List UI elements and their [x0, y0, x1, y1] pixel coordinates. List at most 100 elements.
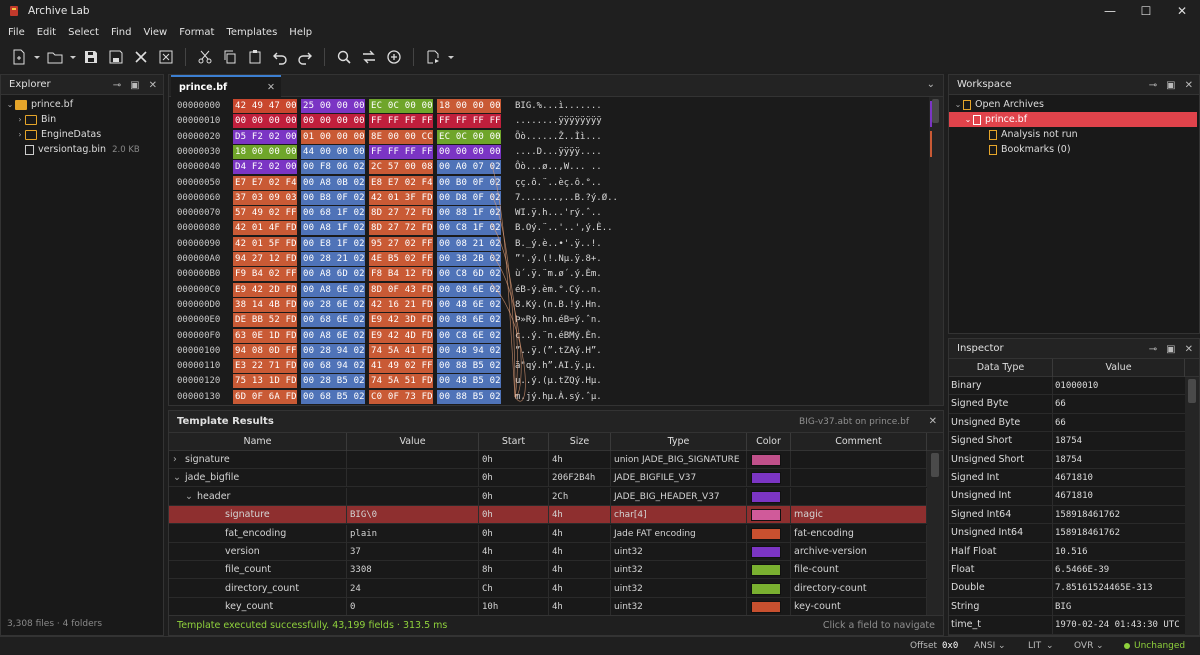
inspector-row[interactable]: Signed Int 4671810 — [949, 469, 1185, 488]
menu-find[interactable]: Find — [105, 27, 138, 38]
encoding-selector[interactable]: ANSI — [974, 637, 995, 655]
hex-row[interactable]: 000000A0 94 27 12 FD 00 28 21 02 4E B5 02 F… — [169, 252, 929, 267]
hex-row[interactable]: 00000040 D4 F2 02 00 00 F8 06 02 2C 57 00 0… — [169, 160, 929, 175]
hex-byte-group[interactable]: D5 F2 02 00 — [233, 129, 297, 144]
template-row[interactable]: signature BIG\0 0h 4h char[4] magic — [169, 506, 927, 525]
workspace-group[interactable]: ⌄ Open Archives — [949, 97, 1199, 112]
hex-row[interactable]: 00000050 E7 E7 02 F4 00 A8 0B 02 E8 E7 02 F… — [169, 175, 929, 191]
close-window-icon[interactable]: ✕ — [1164, 0, 1200, 22]
hex-byte-group[interactable]: 63 0E 1D FD — [233, 328, 297, 343]
hex-byte-group[interactable]: 18 00 00 00 — [233, 144, 297, 159]
maximize-icon[interactable]: ☐ — [1128, 0, 1164, 22]
inspector-row[interactable]: Unsigned Short 18754 — [949, 450, 1185, 469]
run-template-icon[interactable] — [422, 46, 444, 68]
tree-item-versiontag[interactable]: versiontag.bin 2.0 KB — [1, 142, 163, 157]
tree-item-bin[interactable]: › Bin — [1, 112, 163, 127]
hex-byte-group[interactable]: 74 5A 41 FD — [369, 343, 433, 358]
hex-byte-group[interactable]: 8D 0F 43 FD — [369, 282, 433, 297]
inspector-row[interactable]: time_t 1970-02-24 01:43:30 UTC — [949, 616, 1185, 635]
hex-byte-group[interactable]: 94 08 0D FF — [233, 343, 297, 358]
hex-byte-group[interactable]: 00 28 6E 02 — [301, 297, 365, 312]
color-swatch[interactable] — [751, 472, 781, 485]
hex-byte-group[interactable]: 00 A8 6E 02 — [301, 328, 365, 343]
hex-byte-group[interactable]: 42 49 47 00 — [233, 99, 297, 113]
template-scrollbar[interactable] — [927, 451, 943, 615]
template-row[interactable]: ⌄ header 0h 2Ch JADE_BIG_HEADER_V37 — [169, 487, 927, 506]
hex-view[interactable]: 00000000 42 49 47 00 25 00 00 00 EC 0C 00 0… — [169, 97, 945, 407]
template-row[interactable]: key_count 0 10h 4h uint32 key-count — [169, 598, 927, 615]
hex-byte-group[interactable]: 74 5A 51 FD — [369, 374, 433, 389]
close-file-icon[interactable] — [130, 46, 152, 68]
chevron-down-icon[interactable]: ⌄ — [963, 115, 973, 124]
template-row[interactable]: directory_count 24 Ch 4h uint32 directory-cou… — [169, 579, 927, 598]
hex-byte-group[interactable]: F8 B4 12 FD — [369, 267, 433, 282]
hex-scroll-thumb[interactable] — [932, 99, 939, 123]
hex-byte-group[interactable]: 8E 00 00 CC — [369, 129, 433, 144]
endian-selector[interactable]: LIT — [1028, 637, 1041, 655]
hex-byte-group[interactable]: 00 68 94 02 — [301, 359, 365, 374]
hex-row[interactable]: 00000010 00 00 00 00 00 00 00 00 FF FF FF F… — [169, 114, 929, 129]
hex-byte-group[interactable]: E3 22 71 FD — [233, 359, 297, 374]
float-panel-icon[interactable]: ▣ — [1166, 80, 1175, 91]
hex-byte-group[interactable]: 00 A8 1F 02 — [301, 221, 365, 236]
hex-byte-group[interactable]: FF FF FF FF — [369, 114, 433, 129]
hex-byte-group[interactable]: C0 0F 73 FD — [369, 389, 433, 404]
inspector-row[interactable]: Double 7.85161524465E-313 — [949, 579, 1185, 598]
hex-scrollbar[interactable] — [929, 97, 943, 405]
hex-row[interactable]: 00000030 18 00 00 00 44 00 00 00 FF FF FF F… — [169, 144, 929, 160]
hex-byte-group[interactable]: FF FF FF FF — [369, 144, 433, 159]
close-panel-icon[interactable]: ✕ — [1185, 80, 1193, 91]
hex-byte-group[interactable]: 00 28 B5 02 — [301, 374, 365, 389]
hex-byte-group[interactable]: 00 68 1F 02 — [301, 206, 365, 221]
workspace-file-selected[interactable]: ⌄ prince.bf — [949, 112, 1197, 127]
hex-byte-group[interactable]: E7 E7 02 F4 — [233, 175, 297, 190]
pin-icon[interactable]: ⊸ — [1149, 80, 1157, 91]
chevron-down-icon[interactable]: ⌄ — [1096, 637, 1104, 655]
close-panel-icon[interactable]: ✕ — [149, 80, 157, 91]
col-inspector-value[interactable]: Value — [1053, 359, 1185, 377]
hex-byte-group[interactable]: E9 42 2D FD — [233, 282, 297, 297]
hex-row[interactable]: 00000020 D5 F2 02 00 01 00 00 00 8E 00 00 C… — [169, 129, 929, 145]
color-swatch[interactable] — [751, 527, 781, 540]
pin-icon[interactable]: ⊸ — [113, 80, 121, 91]
template-row[interactable]: file_count 3308 8h 4h uint32 file-count — [169, 561, 927, 580]
col-data-type[interactable]: Data Type — [949, 359, 1053, 377]
tab-list-chevron-icon[interactable]: ⌄ — [927, 79, 935, 90]
chevron-down-icon[interactable]: ⌄ — [1046, 637, 1054, 655]
save-icon[interactable] — [80, 46, 102, 68]
hex-byte-group[interactable]: 00 28 94 02 — [301, 343, 365, 358]
hex-row[interactable]: 00000110 E3 22 71 FD 00 68 94 02 41 49 02 F… — [169, 359, 929, 374]
hex-row[interactable]: 000000E0 DE BB 52 FD 00 68 6E 02 E9 42 3D F… — [169, 313, 929, 328]
hex-byte-group[interactable]: 42 01 5F FD — [233, 236, 297, 251]
menu-templates[interactable]: Templates — [220, 27, 283, 38]
menu-help[interactable]: Help — [283, 27, 318, 38]
col-start[interactable]: Start — [479, 433, 549, 451]
hex-row[interactable]: 000000C0 E9 42 2D FD 00 A8 6E 02 8D 0F 43 F… — [169, 282, 929, 298]
hex-byte-group[interactable]: 01 00 00 00 — [301, 129, 365, 144]
inspector-row[interactable]: Half Float 10.516 — [949, 542, 1185, 561]
close-panel-icon[interactable]: ✕ — [1185, 344, 1193, 355]
tab-prince-bf[interactable]: prince.bf ✕ — [171, 75, 281, 97]
hex-byte-group[interactable]: 42 01 3F FD — [369, 190, 433, 205]
chevron-down-icon[interactable]: ⌄ — [5, 100, 15, 109]
inspector-row[interactable]: Signed Short 18754 — [949, 432, 1185, 451]
hex-row[interactable]: 00000130 6D 0F 6A FD 00 68 B5 02 C0 0F 73 F… — [169, 389, 929, 405]
inspector-row[interactable]: Float 6.5466E-39 — [949, 561, 1185, 580]
inspector-row[interactable]: Unsigned Int64 158918461762 — [949, 524, 1185, 543]
hex-row[interactable]: 00000090 42 01 5F FD 00 E8 1F 02 95 27 02 F… — [169, 236, 929, 252]
hex-byte-group[interactable]: 8D 27 72 FD — [369, 221, 433, 236]
col-type[interactable]: Type — [611, 433, 747, 451]
inspector-scrollbar[interactable] — [1185, 377, 1199, 635]
chevron-down-icon[interactable]: ⌄ — [953, 100, 963, 109]
hex-byte-group[interactable]: 37 03 09 03 — [233, 190, 297, 205]
hex-byte-group[interactable]: 00 A8 6E 02 — [301, 282, 365, 297]
chevron-down-icon[interactable]: ⌄ — [998, 637, 1006, 655]
cut-icon[interactable] — [194, 46, 216, 68]
hex-byte-group[interactable]: E9 42 3D FD — [369, 313, 433, 328]
inspector-row[interactable]: Binary 01000010 — [949, 377, 1185, 396]
tree-item-enginedatas[interactable]: › EngineDatas — [1, 127, 163, 142]
menu-format[interactable]: Format — [173, 27, 220, 38]
close-all-icon[interactable] — [155, 46, 177, 68]
hex-byte-group[interactable]: E8 E7 02 F4 — [369, 175, 433, 190]
hex-row[interactable]: 00000000 42 49 47 00 25 00 00 00 EC 0C 00 0… — [169, 99, 929, 114]
